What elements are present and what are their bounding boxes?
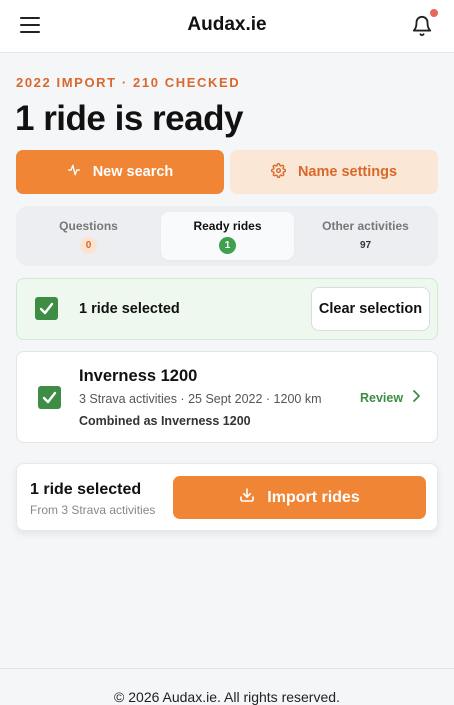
bell-icon[interactable]: [411, 15, 433, 37]
top-bar: Audax.ie: [0, 0, 454, 53]
tab-label: Ready rides: [193, 219, 262, 233]
tab-label: Questions: [59, 219, 118, 233]
ride-meta: 3 Strava activities · 25 Sept 2022 · 120…: [79, 392, 322, 406]
activity-icon: [67, 163, 81, 181]
review-link[interactable]: Review: [360, 390, 420, 405]
ride-combined-note: Combined as Inverness 1200: [79, 414, 251, 428]
selection-bar: 1 ride selected Clear selection: [16, 278, 438, 340]
gear-icon: [270, 162, 286, 182]
filter-tabs: Questions 0 Ready rides 1 Other activiti…: [16, 206, 438, 266]
ride-checkbox[interactable]: [38, 386, 61, 409]
import-rides-label: Import rides: [267, 488, 360, 506]
page-title: 1 ride is ready: [15, 99, 243, 138]
tab-ready-rides[interactable]: Ready rides 1: [161, 212, 294, 260]
page-footer: © 2026 Audax.ie. All rights reserved.: [0, 668, 454, 705]
tab-count-badge: 97: [359, 240, 372, 251]
review-label: Review: [360, 390, 404, 405]
tab-count-badge: 1: [219, 237, 236, 254]
import-rides-button[interactable]: Import rides: [173, 476, 426, 519]
select-all-checkbox[interactable]: [35, 297, 58, 320]
clear-selection-button[interactable]: Clear selection: [311, 287, 430, 331]
name-settings-button[interactable]: Name settings: [230, 150, 438, 194]
notification-badge: [430, 9, 438, 17]
ride-title: Inverness 1200: [79, 367, 198, 385]
copyright-text: © 2026 Audax.ie. All rights reserved.: [114, 689, 340, 705]
tab-questions[interactable]: Questions 0: [22, 212, 155, 260]
app-title[interactable]: Audax.ie: [0, 14, 454, 36]
tab-label: Other activities: [322, 219, 409, 233]
chevron-right-icon: [412, 390, 420, 405]
tab-other-activities[interactable]: Other activities 97: [299, 212, 432, 260]
import-panel-title: 1 ride selected: [30, 481, 142, 498]
import-panel-subtitle: From 3 Strava activities: [30, 503, 156, 517]
ride-card[interactable]: Inverness 1200 3 Strava activities · 25 …: [16, 351, 438, 443]
selection-count: 1 ride selected: [79, 301, 180, 317]
new-search-button[interactable]: New search: [16, 150, 224, 194]
download-icon: [239, 487, 255, 508]
check-icon: [42, 391, 57, 404]
name-settings-label: Name settings: [297, 164, 398, 180]
tab-count-badge: 0: [80, 237, 97, 254]
check-icon: [39, 302, 54, 315]
import-panel: 1 ride selected From 3 Strava activities…: [16, 463, 438, 531]
import-summary-label: 2022 IMPORT · 210 CHECKED: [16, 75, 241, 90]
new-search-label: New search: [92, 164, 174, 180]
